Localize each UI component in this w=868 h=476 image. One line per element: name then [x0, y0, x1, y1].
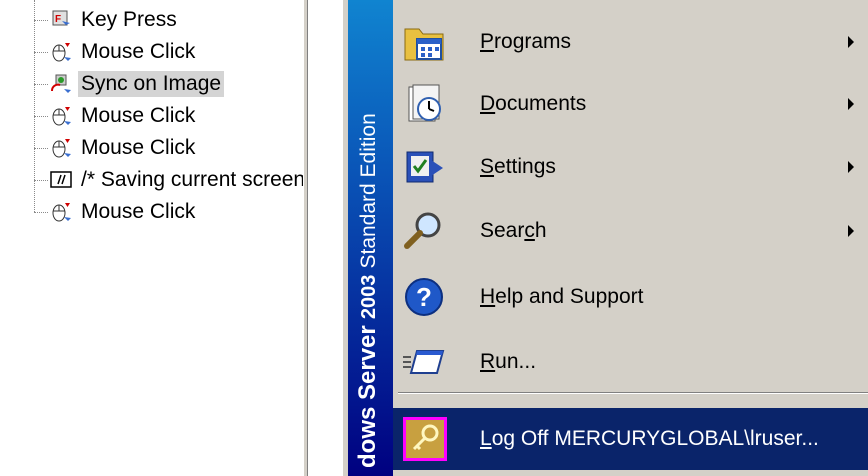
menu-item-run[interactable]: Run...: [393, 330, 868, 394]
menu-item-help-and-support[interactable]: ? Help and Support: [393, 265, 868, 329]
tree-item-mouse-click[interactable]: Mouse Click: [34, 197, 198, 227]
menu-item-programs[interactable]: Programs: [393, 10, 868, 74]
tree-item-mouse-click[interactable]: Mouse Click: [34, 101, 198, 131]
start-menu: dows Server 2003 Standard Edition Progra…: [348, 0, 868, 476]
tree-item-label: Mouse Click: [81, 104, 196, 127]
panel-gap: [308, 0, 342, 476]
settings-icon: [406, 151, 443, 183]
menu-item-search[interactable]: Search: [393, 199, 868, 263]
mouse-icon: [52, 43, 71, 62]
tree-item-key-press[interactable]: F Key Press: [34, 5, 180, 35]
tree-item-label: Mouse Click: [81, 136, 196, 159]
tree-item-comment[interactable]: /* Saving current screen: [34, 165, 308, 195]
key-icon: [403, 417, 447, 461]
run-icon: [403, 350, 445, 374]
banner-version: 2003: [358, 274, 380, 320]
menu-item-documents[interactable]: Documents: [393, 72, 868, 136]
mouse-icon: [52, 203, 71, 222]
svg-text:?: ?: [416, 282, 432, 312]
banner-edition: Standard Edition: [357, 113, 380, 269]
mouse-icon: [52, 139, 71, 158]
tree-item-label: Sync on Image: [78, 71, 225, 97]
submenu-arrow-icon: [848, 36, 854, 48]
menu-item-settings[interactable]: Settings: [393, 135, 868, 199]
help-icon: ?: [405, 278, 443, 316]
search-icon: [404, 212, 441, 249]
key-press-icon: F: [52, 10, 70, 26]
submenu-arrow-icon: [848, 225, 854, 237]
programs-folder-icon: [404, 28, 444, 61]
mouse-icon: [52, 107, 71, 126]
submenu-arrow-icon: [848, 98, 854, 110]
script-tree: F Key Press Mouse Click Sync on Image Mo…: [0, 0, 305, 476]
menu-separator: [398, 392, 868, 394]
menu-item-log-off[interactable]: Log Off MERCURYGLOBAL\lruser...: [393, 408, 868, 470]
tree-item-mouse-click[interactable]: Mouse Click: [34, 133, 198, 163]
tree-item-mouse-click[interactable]: Mouse Click: [34, 37, 198, 67]
sync-image-icon: [51, 74, 71, 93]
tree-item-label: Mouse Click: [81, 200, 196, 223]
tree-item-label: Key Press: [81, 8, 177, 31]
tree-item-label: Mouse Click: [81, 40, 196, 63]
banner-product: dows Server: [354, 325, 381, 468]
start-menu-banner: dows Server 2003 Standard Edition: [348, 0, 393, 476]
tree-item-sync-on-image[interactable]: Sync on Image: [34, 69, 225, 99]
documents-icon: [408, 84, 441, 122]
tree-item-label: /* Saving current screen: [81, 168, 306, 191]
submenu-arrow-icon: [848, 161, 854, 173]
comment-icon: [50, 171, 72, 188]
svg-text:F: F: [55, 14, 61, 25]
